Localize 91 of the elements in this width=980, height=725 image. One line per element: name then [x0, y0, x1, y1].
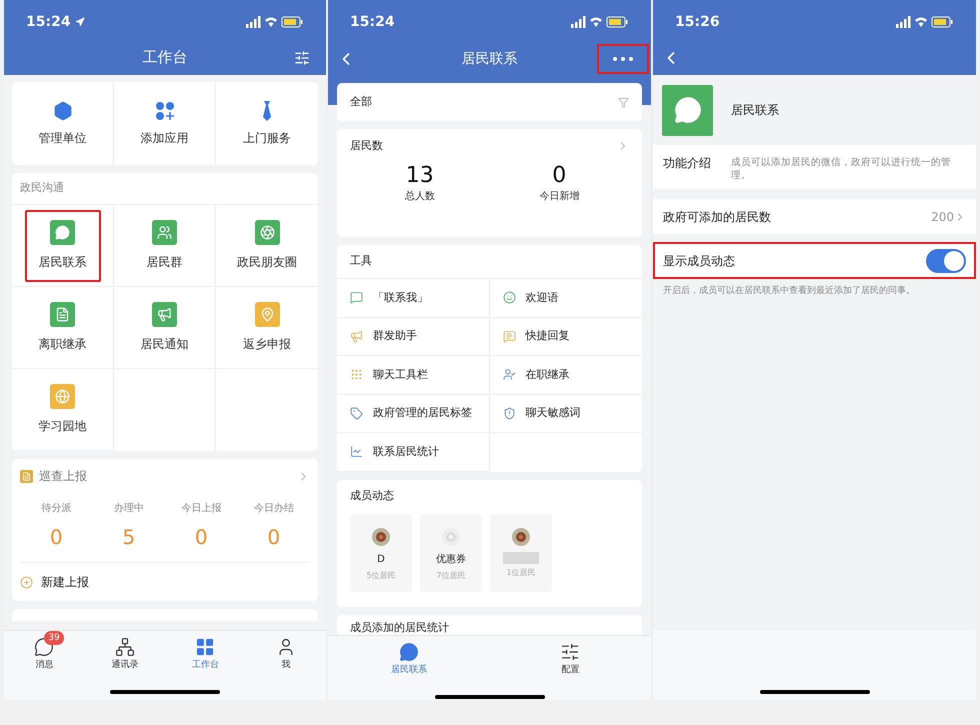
app-icon: [50, 220, 75, 245]
stat-value: 0: [50, 524, 63, 551]
unread-badge: 39: [44, 631, 64, 645]
app-tile[interactable]: 管理单位: [12, 82, 114, 165]
stats-card[interactable]: 成员添加的居民统计: [337, 614, 642, 634]
stat-label: 待分派: [41, 502, 72, 516]
stat-label: 今日办结: [254, 502, 294, 516]
filter-bar[interactable]: 全部: [337, 83, 642, 121]
status-icons: [246, 16, 304, 28]
card-title: 居民数: [350, 138, 383, 154]
report-icon: [20, 470, 33, 482]
resident-count: 7位居民: [436, 570, 466, 582]
app-name: 居民联系: [731, 102, 779, 119]
tool-item[interactable]: 聊天敏感词: [490, 394, 642, 433]
app-tile[interactable]: 添加应用: [114, 82, 216, 165]
card-title: 巡查上报: [39, 468, 87, 485]
tool-item[interactable]: 欢迎语: [490, 279, 642, 318]
card-title: 成员动态: [350, 488, 394, 504]
count-value: 0: [552, 163, 566, 189]
tab-item[interactable]: 消息 39: [14, 631, 74, 672]
app-tile[interactable]: 居民联系: [24, 210, 100, 282]
resident-count: 1位居民: [506, 566, 536, 578]
filter-icon: [618, 96, 629, 108]
page-title: 居民联系: [462, 50, 518, 68]
status-time: 15:26: [675, 12, 720, 32]
hexagon-icon: [52, 100, 72, 120]
tool-item[interactable]: 聊天工具栏: [337, 356, 490, 394]
limit-row[interactable]: 政府可添加的居民数 200: [653, 199, 976, 234]
member-card[interactable]: 优惠券 7位居民: [420, 514, 482, 592]
tab-icon: [114, 637, 135, 657]
add-apps-icon: [154, 100, 174, 120]
tool-item[interactable]: 政府管理的居民标签: [337, 394, 490, 433]
tab-icon: [398, 642, 419, 662]
blurred-name: [503, 552, 539, 564]
tie-icon: [261, 100, 273, 120]
status-icons: [896, 16, 954, 28]
count-label: 总人数: [404, 190, 435, 204]
app-icon: [254, 302, 280, 327]
app-tile[interactable]: 居民群: [126, 210, 202, 282]
app-icon: [254, 220, 280, 245]
tab-item[interactable]: 工作台: [175, 631, 236, 672]
count-value: 13: [406, 163, 434, 189]
count-label: 今日新增: [539, 190, 580, 204]
app-icon: [50, 302, 75, 327]
tool-item[interactable]: 在职继承: [490, 356, 642, 394]
stat-value: 0: [194, 524, 208, 551]
section-title: 政民沟通: [20, 180, 64, 196]
app-tile[interactable]: 返乡申报: [229, 292, 305, 364]
card-title: 工具: [350, 253, 372, 270]
resident-count: 5位居民: [366, 570, 396, 582]
stat-label: 办理中: [114, 502, 144, 516]
member-name: D: [377, 552, 385, 566]
stat-value: 5: [122, 524, 136, 551]
member-name: 优惠券: [436, 552, 466, 566]
tab-icon: [195, 637, 216, 657]
tool-item[interactable]: 快捷回复: [490, 318, 642, 356]
tool-item[interactable]: 「联系我」: [337, 279, 490, 318]
status-time: 15:24: [350, 12, 395, 32]
location-icon: [74, 17, 85, 27]
member-card[interactable]: D 5位居民: [350, 514, 412, 592]
more-button[interactable]: [597, 44, 649, 74]
intro-text: 成员可以添加居民的微信，政府可以进行统一的管理。: [731, 156, 952, 182]
tool-item[interactable]: 联系居民统计: [337, 433, 490, 472]
toggle-label: 显示成员动态: [663, 252, 735, 270]
app-tile[interactable]: 政民朋友圈: [229, 210, 305, 282]
app-icon: [662, 84, 713, 136]
app-icon: [152, 302, 177, 327]
tab-item[interactable]: 居民联系: [378, 636, 439, 677]
hint-text: 开启后，成员可以在居民联系中查看到最近添加了居民的同事。: [662, 284, 916, 298]
app-tile[interactable]: 上门服务: [216, 82, 318, 165]
app-tile[interactable]: 离职继承: [24, 292, 100, 364]
stat-value: 0: [267, 524, 280, 551]
new-report-button[interactable]: 新建上报: [20, 563, 89, 601]
more-icon: [613, 57, 633, 61]
tab-item[interactable]: 通讯录: [94, 631, 155, 672]
status-icons: [571, 16, 629, 28]
settings-icon[interactable]: [294, 50, 310, 66]
page-title: 工作台: [142, 47, 188, 68]
toggle-switch[interactable]: [926, 248, 966, 272]
app-tile[interactable]: 居民通知: [126, 292, 202, 364]
tab-item[interactable]: 我: [256, 631, 316, 672]
plus-circle-icon: [20, 576, 33, 588]
app-tile[interactable]: 学习园地: [24, 374, 100, 446]
tab-item[interactable]: 配置: [540, 636, 600, 677]
intro-row: 功能介绍 成员可以添加居民的微信，政府可以进行统一的管理。: [653, 145, 976, 189]
tab-icon: [560, 642, 580, 662]
status-time: 15:24: [26, 12, 71, 32]
app-icon: [50, 384, 75, 409]
stat-label: 今日上报: [181, 502, 222, 516]
app-icon: [152, 220, 177, 245]
tool-item[interactable]: 群发助手: [337, 318, 490, 356]
